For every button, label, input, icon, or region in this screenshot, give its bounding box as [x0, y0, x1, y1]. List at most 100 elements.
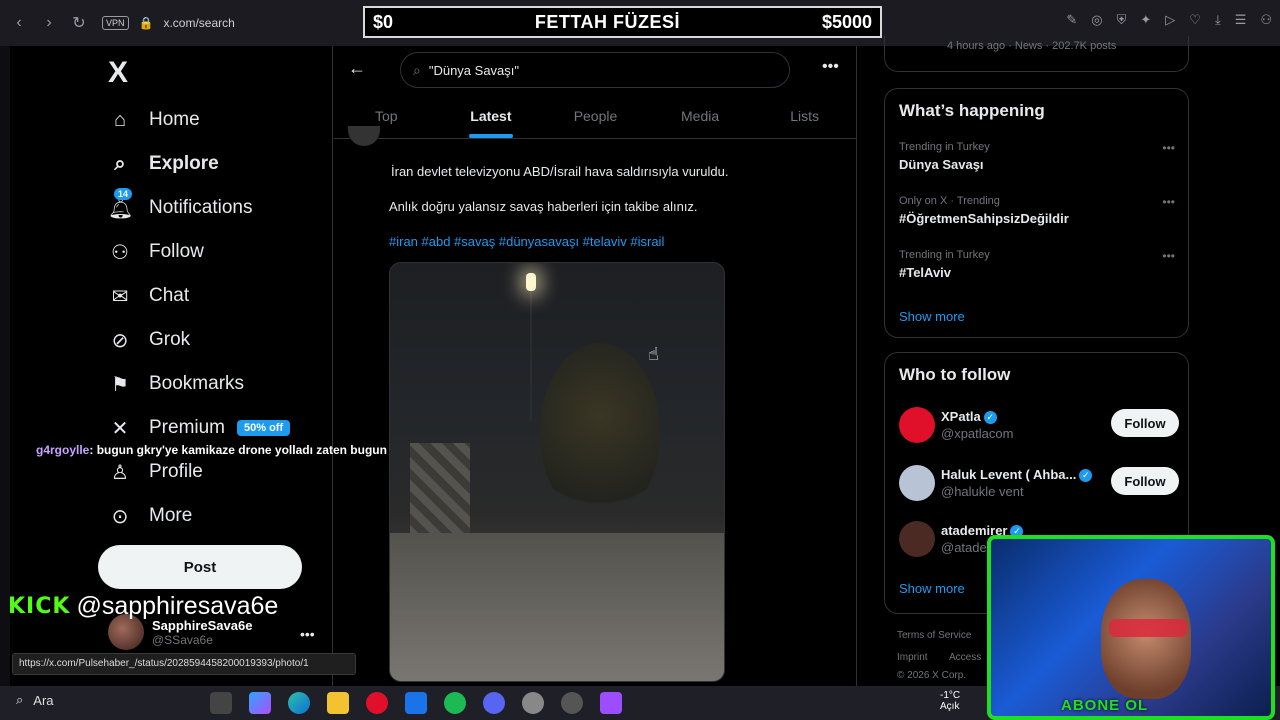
search-icon: ⌕ [114, 152, 126, 175]
account-more-icon[interactable]: ••• [300, 626, 315, 642]
search-input[interactable]: ⌕ "Dünya Savaşı" [400, 52, 790, 88]
camera-icon[interactable]: ◎ [1091, 12, 1102, 28]
news-meta: 4 hours ago · News · 202.7K posts [947, 40, 1117, 52]
sidebar-item-chat[interactable]: ✉ Chat [108, 274, 290, 318]
weather-desc: Açık [940, 701, 960, 712]
vpn-badge[interactable]: VPN [102, 16, 129, 30]
tweet-media-photo[interactable] [389, 262, 725, 682]
kick-handle: @sapphiresava6e [76, 592, 279, 620]
chat-text: : bugun gkry'ye kamikaze drone yolladı z… [89, 443, 387, 457]
footer-terms-link[interactable]: Terms of Service [897, 630, 971, 641]
translate-icon[interactable]: ✦ [1140, 12, 1151, 28]
trend-item[interactable]: Trending in Turkey Dünya Savaşı ••• [899, 141, 1179, 172]
opera-browser-icon[interactable] [366, 692, 388, 714]
edit-icon[interactable]: ✎ [1066, 12, 1077, 28]
profile-icon[interactable]: ⚇ [1260, 12, 1272, 28]
sidebar-item-explore[interactable]: ⌕ Explore [108, 142, 290, 186]
sidebar: X ⌂ Home ⌕ Explore 🔔︎ 14 Notifications ⚇ … [10, 46, 333, 686]
person-icon: ♙ [111, 461, 129, 484]
show-more-link[interactable]: Show more [899, 581, 965, 596]
x-logo-icon[interactable]: X [108, 56, 128, 90]
task-view-icon[interactable] [210, 692, 232, 714]
weather-widget[interactable]: -1°C Açık [940, 690, 960, 712]
footer-access-link[interactable]: Access [949, 652, 981, 663]
account-handle: @xpatlacom [941, 426, 1014, 442]
tab-people[interactable]: People [543, 94, 648, 138]
streamer-webcam: ABONE OL [987, 535, 1275, 720]
bookmark-icon: ⚑ [111, 373, 129, 396]
tab-media[interactable]: Media [648, 94, 753, 138]
subscribe-overlay-text: ABONE OL [1061, 697, 1149, 714]
building [390, 533, 724, 681]
taskbar-search-label: Ara [33, 692, 54, 708]
spotify-icon[interactable] [444, 692, 466, 714]
taskbar-apps [210, 692, 622, 714]
post-button[interactable]: Post [98, 545, 302, 589]
follow-button[interactable]: Follow [1111, 467, 1179, 495]
follow-suggestion[interactable]: Haluk Levent ( Ahba... ✓ @halukle vent Fo… [899, 463, 1179, 503]
sidebar-item-follow[interactable]: ⚇ Follow [108, 230, 290, 274]
account-handle: @halukle vent [941, 484, 1024, 500]
footer-imprint-link[interactable]: Imprint [897, 652, 928, 663]
tab-lists[interactable]: Lists [752, 94, 856, 138]
sidebar-item-notifications[interactable]: 🔔︎ 14 Notifications [108, 186, 290, 230]
tab-latest[interactable]: Latest [439, 94, 544, 138]
more-options-icon[interactable]: ••• [822, 58, 839, 76]
back-arrow-icon[interactable]: ‹ [8, 12, 30, 34]
shield-icon[interactable]: ⛨ [1117, 12, 1127, 28]
trend-context: Trending in Turkey [899, 249, 990, 261]
goal-target: $5000 [821, 11, 872, 32]
search-header: ← ⌕ "Dünya Savaşı" ••• [334, 46, 856, 94]
premium-discount-badge: 50% off [237, 420, 291, 436]
sidebar-item-grok[interactable]: ⊘ Grok [108, 318, 290, 362]
avatar[interactable] [348, 126, 380, 146]
heart-icon[interactable]: ♡ [1189, 12, 1201, 28]
show-more-link[interactable]: Show more [899, 309, 965, 324]
whats-happening-panel: What’s happening Trending in Turkey Düny… [884, 88, 1189, 338]
who-to-follow-title: Who to follow [899, 365, 1011, 384]
trend-name: Dünya Savaşı [899, 157, 984, 172]
trend-item[interactable]: Trending in Turkey #TelAviv ••• [899, 249, 1179, 280]
footer-copyright: © 2026 X Corp. [897, 670, 967, 681]
copilot-icon[interactable] [249, 692, 271, 714]
sidebar-item-more[interactable]: ⊙ More [108, 494, 290, 538]
smoke-plume [540, 343, 660, 523]
download-icon[interactable]: ⤓ [1215, 12, 1221, 28]
follow-button[interactable]: Follow [1111, 409, 1179, 437]
mail-app-icon[interactable] [405, 692, 427, 714]
stream-goal-banner: $0 FETTAH FÜZESİ $5000 [363, 6, 882, 38]
more-options-icon[interactable]: ••• [1162, 249, 1175, 263]
more-options-icon[interactable]: ••• [1162, 195, 1175, 209]
goal-title: FETTAH FÜZESİ [534, 11, 681, 32]
x-icon: ✕ [111, 417, 129, 440]
file-explorer-icon[interactable] [327, 692, 349, 714]
stream-chat-message: g4rgoylle: bugun gkry'ye kamikaze drone … [36, 443, 387, 457]
taskbar-search[interactable]: ⌕ Ara [16, 692, 54, 708]
whats-happening-title: What’s happening [899, 101, 1045, 120]
more-options-icon[interactable]: ••• [1162, 141, 1175, 155]
twitch-app-icon[interactable] [600, 692, 622, 714]
sidebar-item-bookmarks[interactable]: ⚑ Bookmarks [108, 362, 290, 406]
obs-icon[interactable] [561, 692, 583, 714]
trend-item[interactable]: Only on X · Trending #ÖğretmenSahipsizDe… [899, 195, 1179, 226]
sidebar-item-home[interactable]: ⌂ Home [108, 98, 290, 142]
discord-icon[interactable] [483, 692, 505, 714]
address-bar[interactable]: x.com/search [163, 16, 234, 30]
media-player-icon[interactable] [522, 692, 544, 714]
news-card[interactable]: 4 hours ago · News · 202.7K posts [884, 36, 1189, 72]
menu-icon[interactable]: ☰ [1235, 12, 1247, 28]
add-user-icon: ⚇ [111, 241, 129, 264]
sidebar-item-label: Grok [149, 329, 191, 350]
edge-browser-icon[interactable] [288, 692, 310, 714]
kick-overlay: KICK @sapphiresava6e [8, 592, 278, 621]
mail-icon: ✉ [111, 285, 129, 308]
back-arrow-icon[interactable]: ← [348, 58, 366, 79]
tweet-hashtags[interactable]: #iran #abd #savaş #dünyasavaşı #telaviv … [389, 234, 664, 249]
forward-arrow-icon[interactable]: › [38, 12, 60, 34]
play-icon[interactable]: ▷ [1165, 12, 1175, 28]
sidebar-item-label: Bookmarks [149, 373, 245, 394]
weather-temp: -1°C [940, 690, 961, 701]
follow-suggestion[interactable]: XPatla ✓ @xpatlacom Follow [899, 405, 1179, 445]
lock-icon: 🔒 [138, 16, 154, 30]
reload-icon[interactable]: ↻ [68, 12, 90, 34]
